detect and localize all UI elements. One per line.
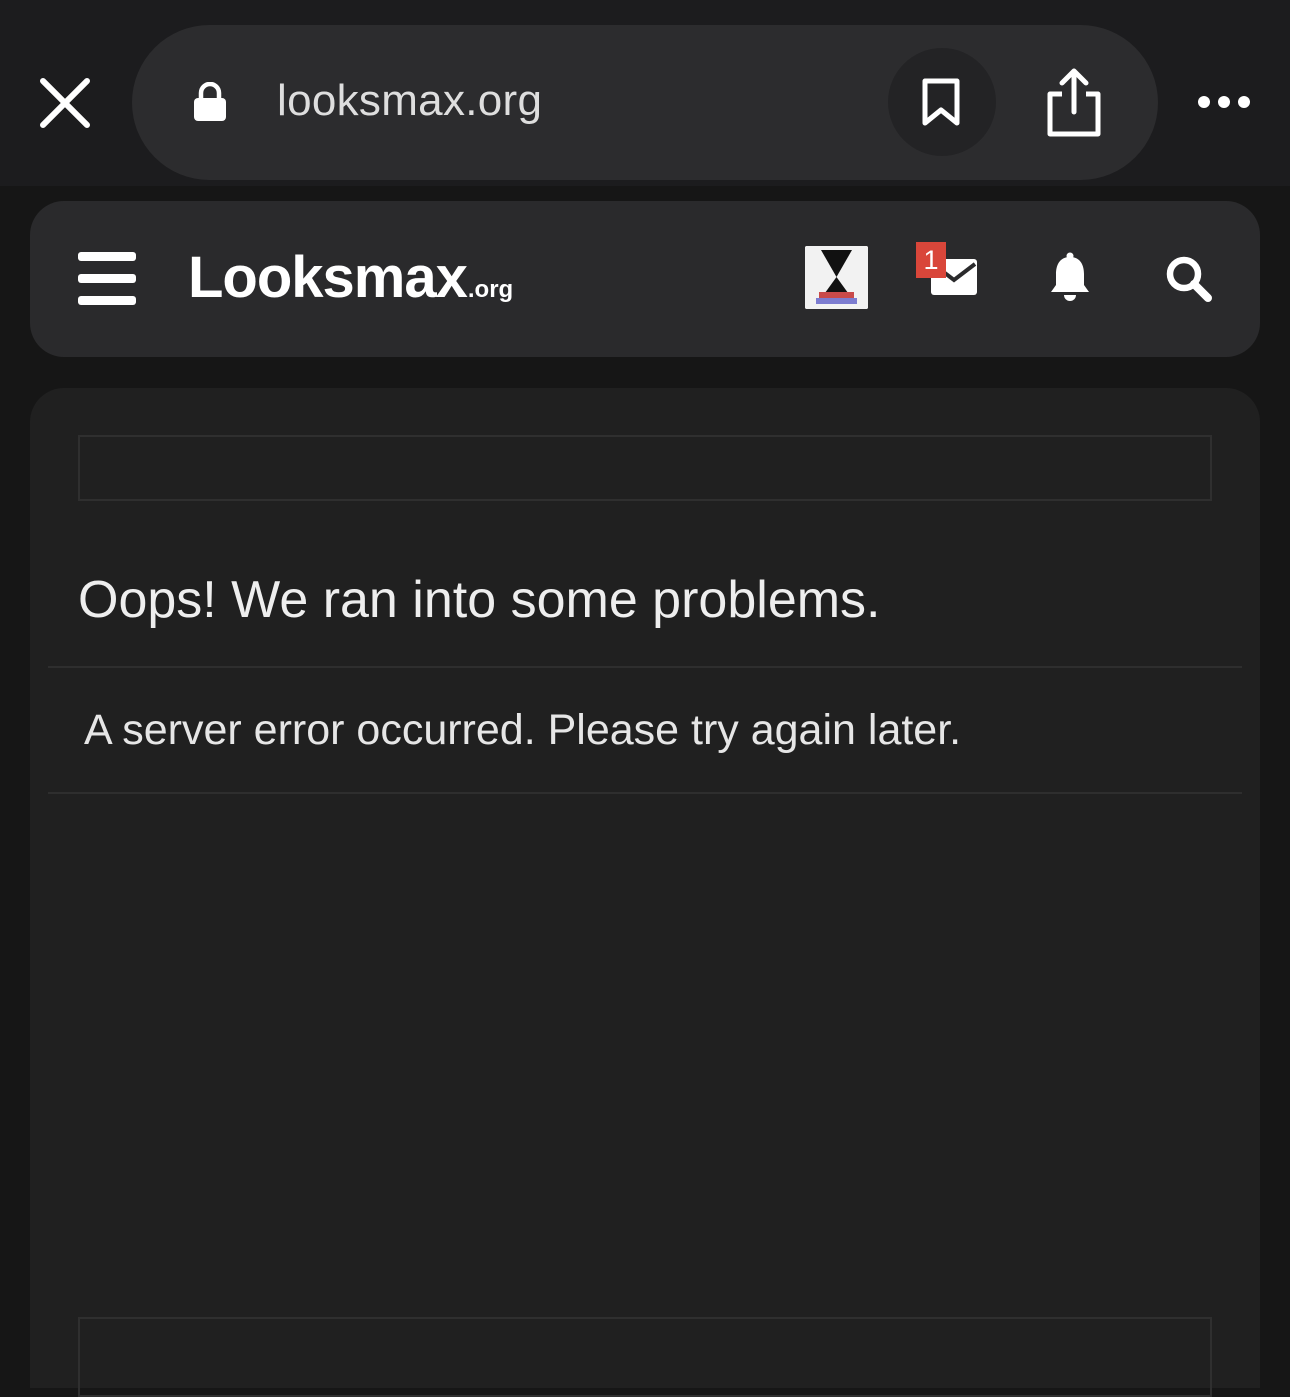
url-text[interactable]: looksmax.org bbox=[277, 76, 542, 126]
bookmark-icon[interactable] bbox=[921, 78, 961, 126]
close-icon[interactable] bbox=[36, 74, 94, 132]
avatar-image bbox=[805, 246, 868, 309]
menu-icon[interactable] bbox=[78, 250, 138, 306]
avatar[interactable] bbox=[805, 246, 868, 309]
lock-icon bbox=[194, 82, 226, 121]
bell-icon[interactable] bbox=[1048, 252, 1092, 302]
logo-tld: .org bbox=[467, 276, 514, 303]
bottom-placeholder-block bbox=[78, 1317, 1212, 1397]
error-title: Oops! We ran into some problems. bbox=[78, 571, 881, 629]
top-placeholder-block bbox=[78, 435, 1212, 501]
notification-badge: 1 bbox=[916, 242, 946, 278]
search-icon[interactable] bbox=[1164, 254, 1212, 302]
more-icon[interactable] bbox=[1196, 92, 1252, 112]
logo-text: Looksmax bbox=[188, 245, 468, 310]
content-card bbox=[30, 388, 1260, 1388]
error-message: A server error occurred. Please try agai… bbox=[84, 706, 962, 754]
divider bbox=[48, 666, 1242, 668]
site-logo[interactable]: Looksmax.org bbox=[188, 244, 513, 314]
divider bbox=[48, 792, 1242, 794]
share-icon[interactable] bbox=[1044, 66, 1104, 138]
